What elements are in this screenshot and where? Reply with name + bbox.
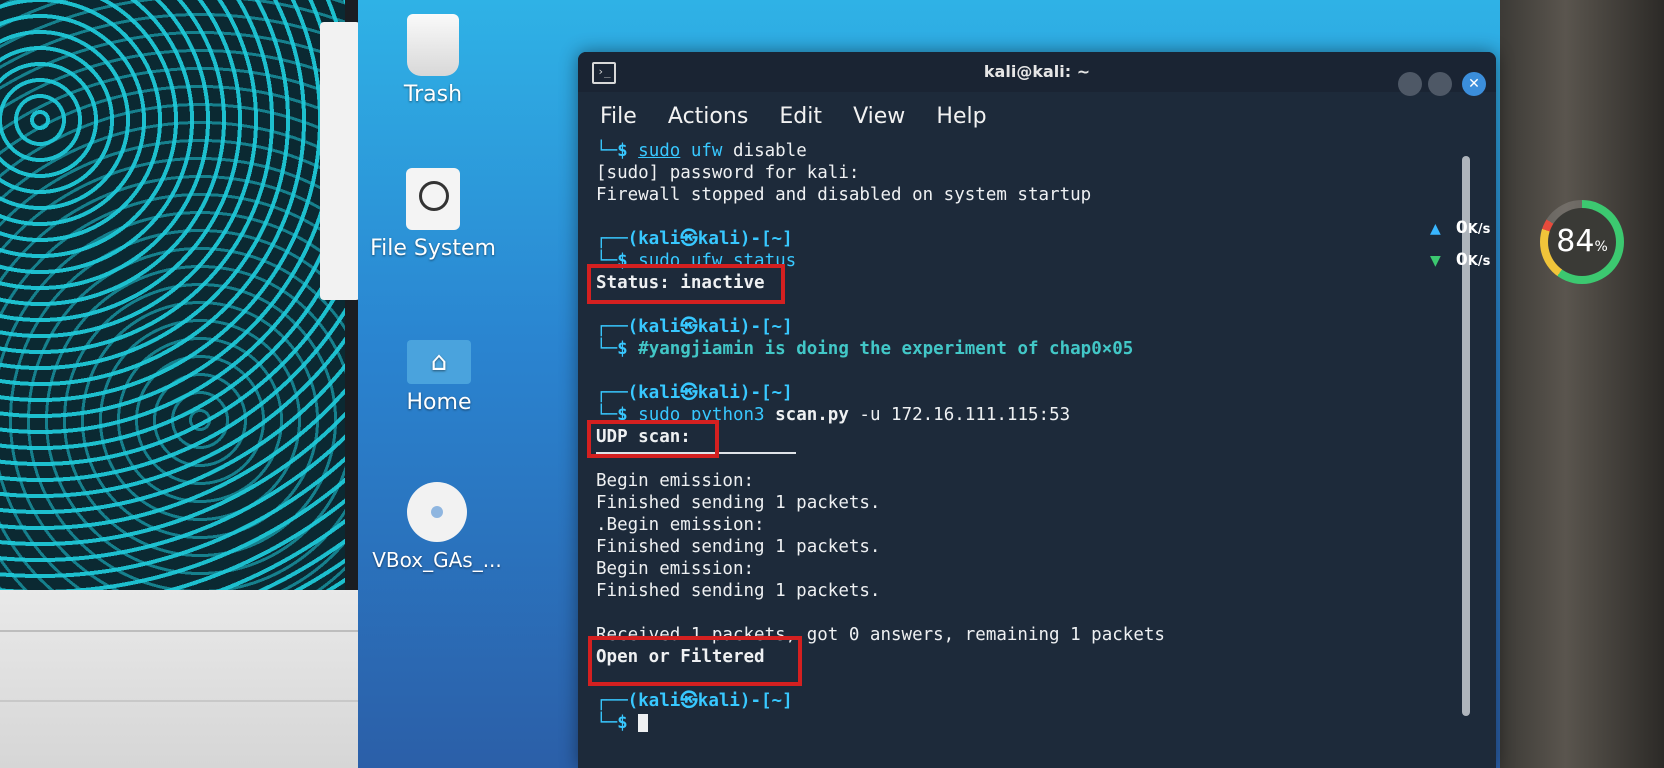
output-line: Begin emission:: [596, 559, 755, 579]
trash-icon: [407, 14, 459, 76]
menu-bar: File Actions Edit View Help: [578, 100, 1496, 134]
background-panel: [0, 590, 370, 768]
output-line: Finished sending 1 packets.: [596, 537, 881, 557]
terminal-window[interactable]: ›_ kali@kali: ~ ✕ File Actions Edit View…: [578, 52, 1496, 768]
desktop-icon-file-system[interactable]: File System: [358, 168, 508, 261]
panel-divider: [0, 700, 370, 702]
desktop-icon-label: VBox_GAs_...: [372, 548, 502, 572]
monitor-bezel: [1500, 0, 1664, 768]
wallpaper-pattern: [0, 0, 345, 590]
output-line: .Begin emission:: [596, 515, 765, 535]
prompt-line: ┌──(kali㉿kali)-[~]: [596, 317, 793, 337]
output-line: [sudo] password for kali:: [596, 163, 860, 183]
prompt-line: ┌──(kali㉿kali)-[~]: [596, 691, 793, 711]
highlight-box-status: [587, 264, 785, 304]
desktop-icon-home[interactable]: ⌂ Home: [364, 340, 514, 415]
text-cursor: [638, 714, 649, 732]
cpu-usage-gauge: 84%: [1540, 200, 1624, 284]
prompt-line: ┌──(kali㉿kali)-[~]: [596, 229, 793, 249]
menu-actions[interactable]: Actions: [668, 100, 748, 134]
gauge-value: 84%: [1548, 208, 1616, 276]
close-button[interactable]: ✕: [1462, 72, 1486, 96]
terminal-output[interactable]: └─$ sudo ufw disable [sudo] password for…: [587, 140, 1456, 760]
maximize-button[interactable]: [1428, 72, 1452, 96]
output-line: Finished sending 1 packets.: [596, 581, 881, 601]
menu-edit[interactable]: Edit: [779, 100, 822, 134]
desktop-icon-label: File System: [370, 236, 496, 261]
highlight-box-udp-scan: [587, 420, 719, 458]
arrow-down-icon: ▼: [1430, 253, 1441, 269]
output-line: Begin emission:: [596, 471, 755, 491]
cd-icon: [407, 482, 467, 542]
window-title: kali@kali: ~: [983, 62, 1091, 81]
highlight-box-result: [588, 636, 802, 686]
title-bar[interactable]: ›_ kali@kali: ~ ✕: [578, 52, 1496, 96]
menu-view[interactable]: View: [853, 100, 905, 134]
menu-file[interactable]: File: [600, 100, 637, 134]
output-line: Firewall stopped and disabled on system …: [596, 185, 1092, 205]
drive-icon: [406, 168, 460, 230]
upload-speed: ▲ 0K/s: [1430, 218, 1491, 238]
command-line: └─$ #yangjiamin is doing the experiment …: [596, 339, 1134, 359]
panel-divider: [0, 630, 370, 632]
output-line: Finished sending 1 packets.: [596, 493, 881, 513]
desktop-icon-trash[interactable]: Trash: [358, 14, 508, 107]
menu-help[interactable]: Help: [936, 100, 986, 134]
output-line: └─$ sudo ufw disable: [596, 141, 807, 161]
desktop-icon-vbox[interactable]: VBox_GAs_...: [362, 482, 512, 572]
download-speed: ▼ 0K/s: [1430, 250, 1491, 270]
desktop-icon-label: Trash: [403, 82, 463, 107]
network-monitor-widget: ▲ 0K/s ▼ 0K/s: [1430, 196, 1550, 286]
desktop-icon-label: Home: [406, 390, 472, 415]
arrow-up-icon: ▲: [1430, 221, 1441, 237]
background-window-edge: [320, 22, 360, 300]
prompt-line: ┌──(kali㉿kali)-[~]: [596, 383, 793, 403]
home-icon: ⌂: [407, 340, 471, 384]
command-line[interactable]: └─$: [596, 712, 649, 734]
minimize-button[interactable]: [1398, 72, 1422, 96]
